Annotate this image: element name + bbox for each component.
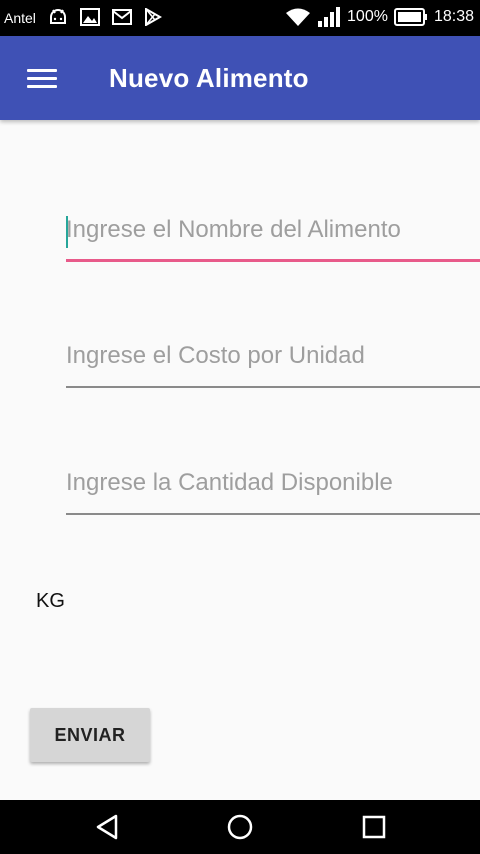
unit-label: KG	[36, 590, 65, 612]
android-icon	[50, 9, 66, 24]
back-icon[interactable]	[94, 813, 122, 841]
navigation-bar	[0, 800, 480, 854]
home-icon[interactable]	[226, 813, 254, 841]
cost-field-container	[66, 328, 480, 388]
play-store-icon	[145, 8, 162, 26]
carrier-name: Antel	[4, 10, 36, 26]
wifi-icon	[286, 8, 311, 26]
signal-icon	[318, 7, 341, 27]
clock: 18:38	[433, 8, 474, 25]
app-bar: Nuevo Alimento	[0, 36, 480, 120]
page-title: Nuevo Alimento	[109, 63, 309, 93]
battery-percentage: 100%	[347, 8, 388, 25]
status-bar: Antel 100% 18:38	[0, 0, 480, 36]
name-field-container	[66, 202, 480, 262]
recents-icon[interactable]	[360, 813, 388, 841]
system-status: 100% 18:38	[285, 7, 474, 27]
food-name-input[interactable]	[66, 210, 480, 262]
cost-per-unit-input[interactable]	[66, 336, 480, 388]
hamburger-menu-icon[interactable]	[27, 69, 57, 89]
image-icon	[80, 8, 100, 26]
mail-icon	[112, 9, 132, 25]
notification-icons	[48, 8, 162, 26]
available-quantity-input[interactable]	[66, 463, 480, 515]
submit-button[interactable]: ENVIAR	[30, 708, 150, 762]
battery-icon	[393, 8, 427, 26]
quantity-field-container	[66, 455, 480, 515]
